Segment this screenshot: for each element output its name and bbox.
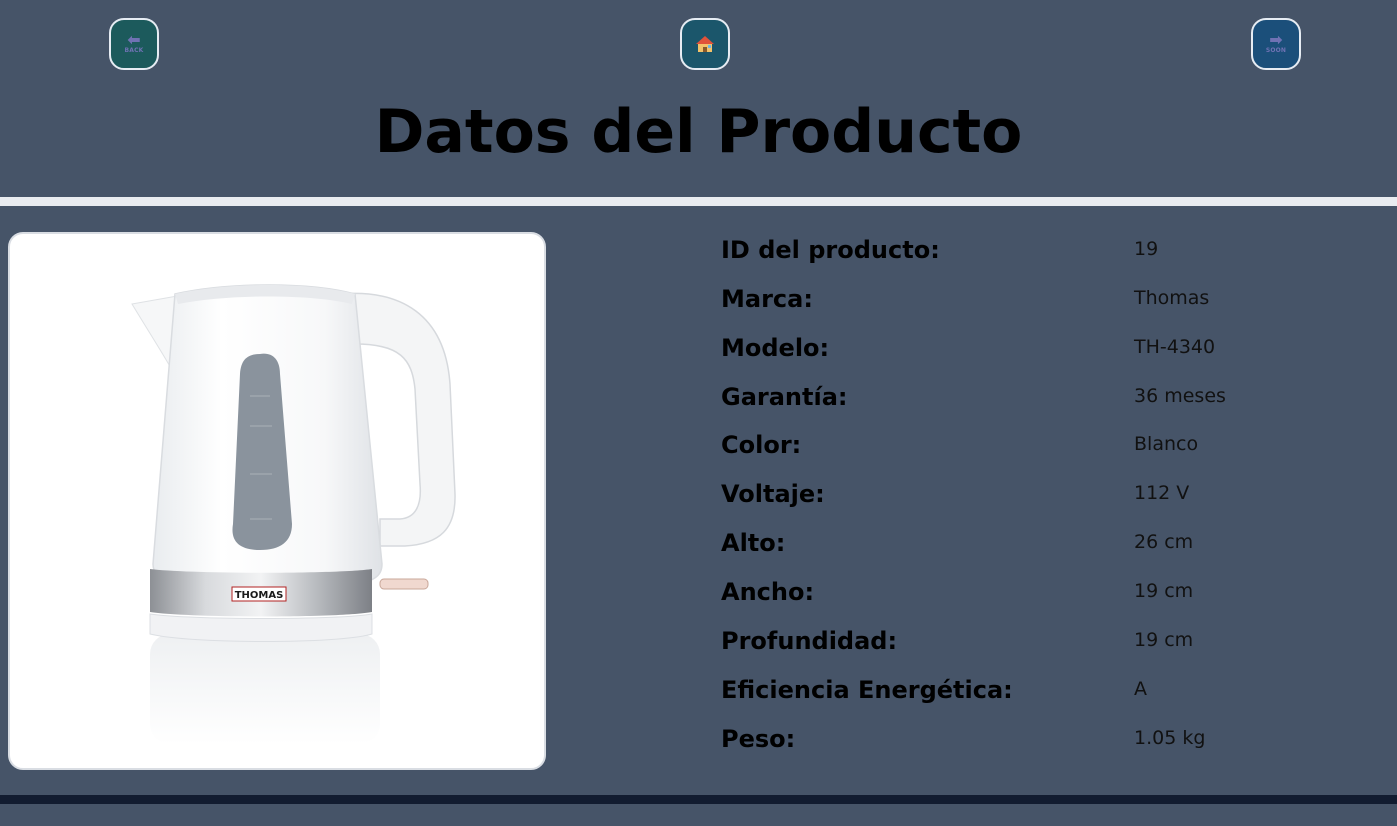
spec-value-id: 19 <box>1134 238 1159 260</box>
product-page: ⬅ BACK ➡ SOON Datos del Producto THOMAS … <box>0 0 1397 826</box>
back-button-label: BACK <box>124 47 144 54</box>
spec-value-depth: 19 cm <box>1134 629 1194 651</box>
brand-mark: THOMAS <box>235 590 284 601</box>
spec-value-warranty: 36 meses <box>1134 385 1226 407</box>
footer-divider <box>0 795 1397 804</box>
product-image: THOMAS <box>8 232 546 770</box>
spec-label-model: Modelo: <box>721 334 830 362</box>
spec-label-brand: Marca: <box>721 285 813 313</box>
spec-label-efficiency: Eficiencia Energética: <box>721 676 1013 704</box>
spec-value-weight: 1.05 kg <box>1134 727 1206 749</box>
spec-label-weight: Peso: <box>721 725 796 753</box>
arrow-right-icon: ➡ <box>1269 30 1283 49</box>
spec-label-color: Color: <box>721 431 802 459</box>
next-button[interactable]: ➡ SOON <box>1251 18 1301 70</box>
spec-value-color: Blanco <box>1134 433 1199 455</box>
home-button[interactable] <box>680 18 730 70</box>
spec-value-width: 19 cm <box>1134 580 1194 602</box>
spec-value-voltage: 112 V <box>1134 482 1190 504</box>
spec-value-model: TH-4340 <box>1134 336 1216 358</box>
spec-value-brand: Thomas <box>1134 287 1210 309</box>
header-divider <box>0 197 1397 206</box>
spec-value-height: 26 cm <box>1134 531 1194 553</box>
home-icon <box>696 36 714 52</box>
spec-label-id: ID del producto: <box>721 236 940 264</box>
spec-label-width: Ancho: <box>721 578 815 606</box>
page-title: Datos del Producto <box>374 97 1023 167</box>
back-button[interactable]: ⬅ BACK <box>109 18 159 70</box>
arrow-left-icon: ⬅ <box>127 30 141 49</box>
kettle-illustration: THOMAS <box>131 284 456 744</box>
spec-label-depth: Profundidad: <box>721 627 898 655</box>
spec-label-height: Alto: <box>721 529 786 557</box>
next-button-label: SOON <box>1265 47 1287 54</box>
spec-label-voltage: Voltaje: <box>721 480 825 508</box>
spec-value-efficiency: A <box>1134 678 1147 700</box>
spec-label-warranty: Garantía: <box>721 383 848 411</box>
